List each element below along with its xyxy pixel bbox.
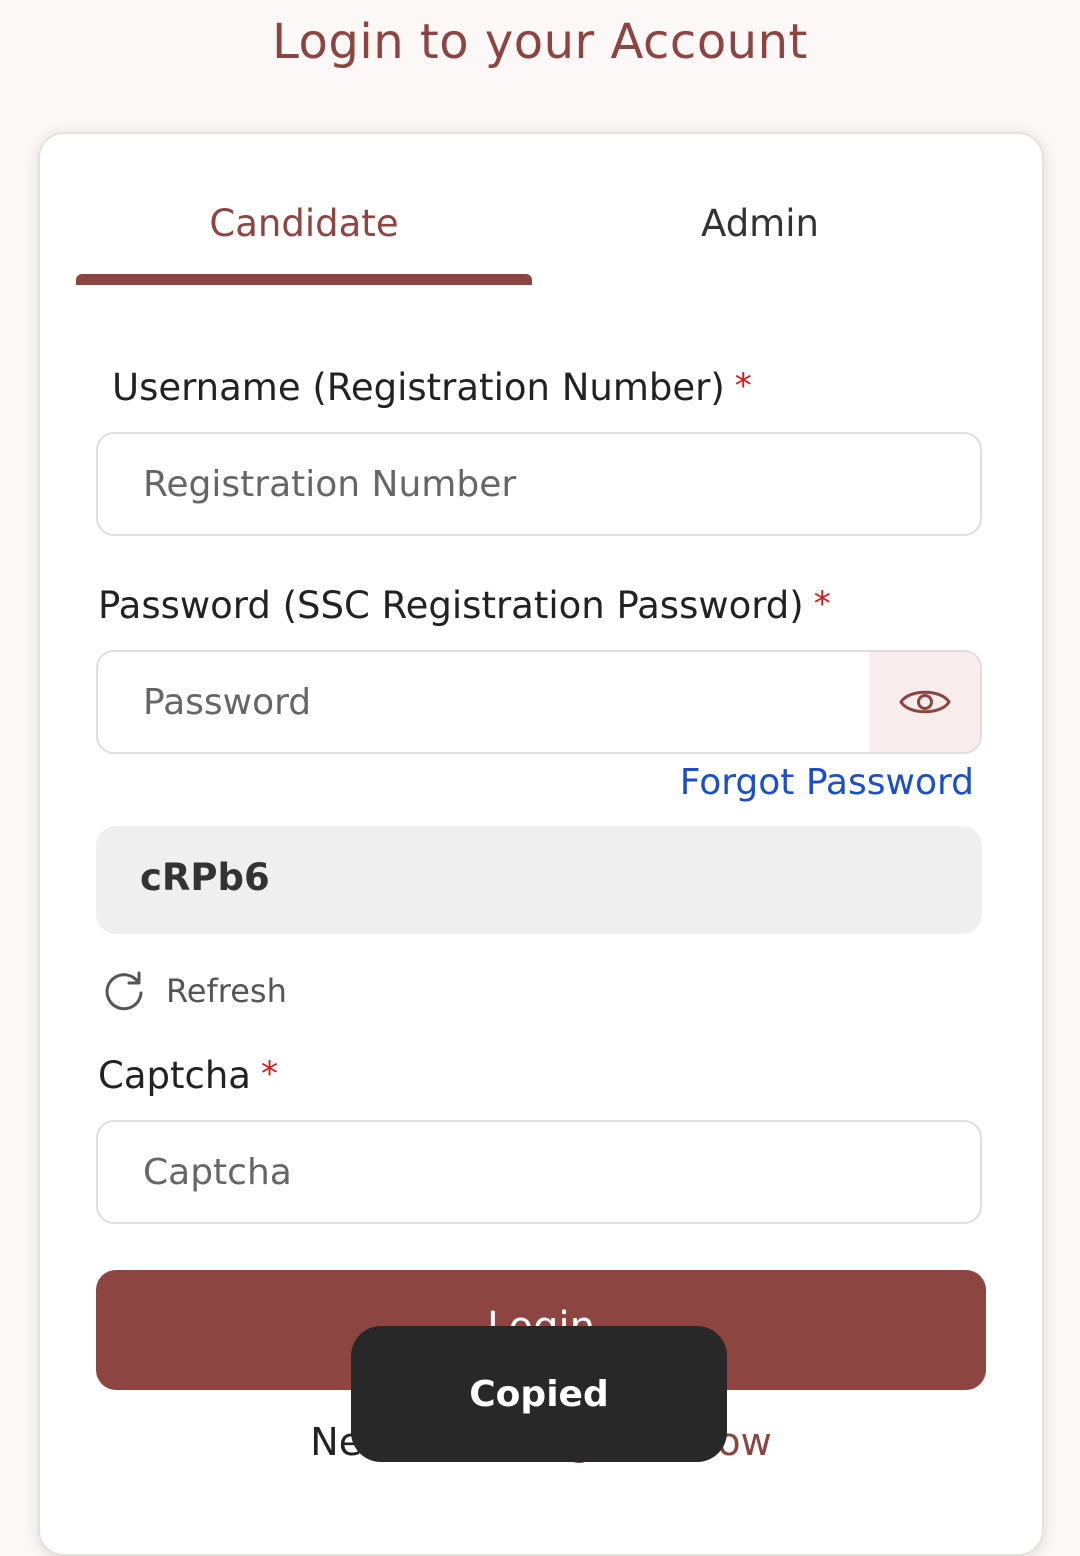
username-label: Username (Registration Number) *	[112, 366, 752, 409]
refresh-icon	[105, 971, 143, 1011]
forgot-password-link[interactable]: Forgot Password	[680, 762, 974, 803]
password-field	[96, 650, 982, 754]
tab-admin[interactable]: Admin	[532, 196, 988, 252]
captcha-image-text: cRPb6	[140, 856, 270, 899]
captcha-input[interactable]	[98, 1122, 980, 1222]
eye-icon	[899, 690, 951, 714]
active-tab-indicator	[76, 274, 532, 285]
captcha-field	[96, 1120, 982, 1224]
refresh-captcha-button[interactable]: Refresh	[102, 966, 287, 1016]
captcha-image: cRPb6	[96, 826, 982, 934]
username-label-text: Username (Registration Number)	[112, 366, 725, 409]
username-field	[96, 432, 982, 536]
username-required-mark: *	[734, 366, 752, 406]
password-required-mark: *	[813, 584, 831, 624]
captcha-label-text: Captcha	[98, 1054, 251, 1097]
page-title: Login to your Account	[272, 14, 808, 70]
password-label-text: Password (SSC Registration Password)	[98, 584, 804, 627]
toast-text: Copied	[469, 1373, 609, 1415]
tab-candidate[interactable]: Candidate	[76, 196, 532, 252]
password-input[interactable]	[98, 652, 868, 752]
password-label: Password (SSC Registration Password) *	[98, 584, 831, 627]
captcha-required-mark: *	[260, 1054, 278, 1094]
refresh-label: Refresh	[166, 972, 287, 1010]
copied-toast: Copied	[351, 1326, 727, 1462]
username-input[interactable]	[98, 434, 980, 534]
captcha-label: Captcha *	[98, 1054, 278, 1097]
show-password-button[interactable]	[870, 652, 980, 752]
